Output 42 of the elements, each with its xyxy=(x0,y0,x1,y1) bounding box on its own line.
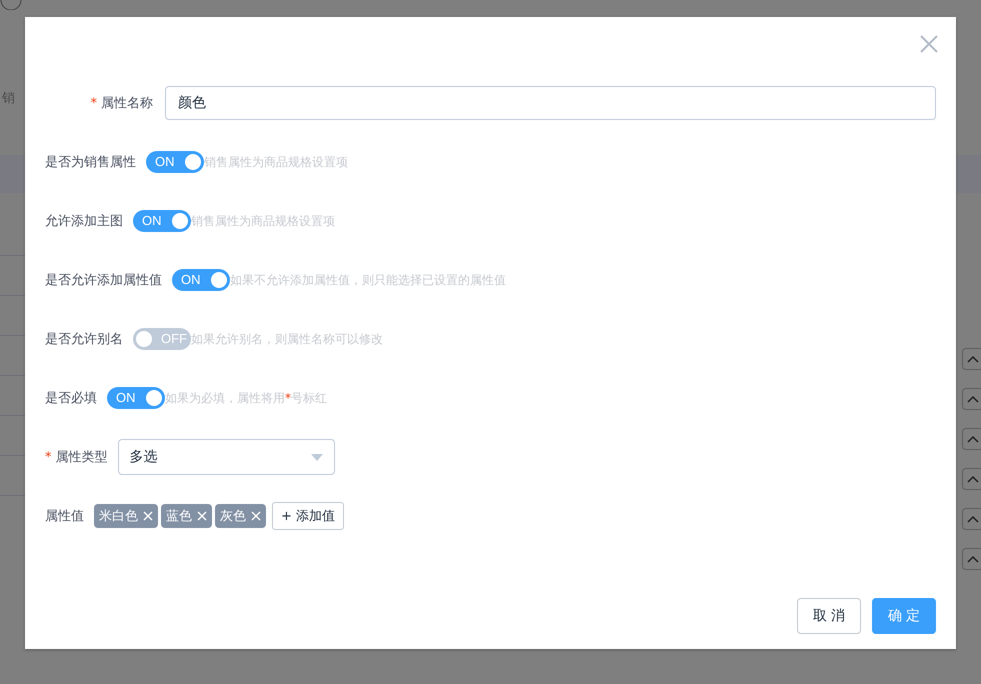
value-tag: 灰色 xyxy=(215,504,266,528)
hint-text: 销售属性为商品规格设置项 xyxy=(191,212,335,230)
hint-text: 如果允许别名，则属性名称可以修改 xyxy=(191,330,383,348)
remove-icon[interactable] xyxy=(197,511,207,521)
field-label: * 属性类型 xyxy=(45,449,108,466)
field-label: 是否允许添加属性值 xyxy=(45,272,162,289)
name-input[interactable]: 颜色 xyxy=(165,86,936,120)
field-label: 属性值 xyxy=(45,508,84,525)
cancel-button[interactable]: 取 消 xyxy=(797,598,861,634)
collapse-button[interactable] xyxy=(962,388,981,410)
collapse-button[interactable] xyxy=(962,428,981,450)
remove-icon[interactable] xyxy=(251,511,261,521)
type-select[interactable]: 多选 xyxy=(118,439,334,475)
value-tag: 蓝色 xyxy=(161,504,212,528)
hint-text: 销售属性为商品规格设置项 xyxy=(204,154,348,170)
toggle-switch[interactable]: ON xyxy=(107,387,165,409)
field-label: 是否允许别名 xyxy=(45,331,123,348)
hint-text: 如果不允许添加属性值，则只能选择已设置的属性值 xyxy=(230,272,506,288)
field-label: 是否必填 xyxy=(45,390,97,407)
caret-up-icon xyxy=(967,555,979,563)
field-label: * 属性名称 xyxy=(90,95,153,112)
field-label: 是否为销售属性 xyxy=(45,154,136,171)
confirm-button[interactable]: 确 定 xyxy=(872,598,936,634)
toggle-switch[interactable]: OFF xyxy=(133,328,191,350)
collapse-button[interactable] xyxy=(962,348,981,370)
hint-text: 如果为必填，属性将用*号标红 xyxy=(165,390,327,406)
remove-icon[interactable] xyxy=(143,511,153,521)
toggle-switch[interactable]: ON xyxy=(172,269,230,291)
toggle-switch[interactable]: ON xyxy=(133,210,191,232)
caret-up-icon xyxy=(967,515,979,523)
toggle-switch[interactable]: ON xyxy=(146,151,204,173)
add-value-button[interactable]: + 添加值 xyxy=(272,502,344,530)
caret-down-icon xyxy=(310,454,322,460)
collapse-button[interactable] xyxy=(962,508,981,530)
caret-up-icon xyxy=(967,355,979,363)
caret-up-icon xyxy=(967,395,979,403)
field-label: 允许添加主图 xyxy=(45,213,123,230)
caret-up-icon xyxy=(967,435,979,443)
collapse-button[interactable] xyxy=(962,468,981,490)
value-tag: 米白色 xyxy=(94,504,158,528)
collapse-button[interactable] xyxy=(962,548,981,570)
caret-up-icon xyxy=(967,475,979,483)
